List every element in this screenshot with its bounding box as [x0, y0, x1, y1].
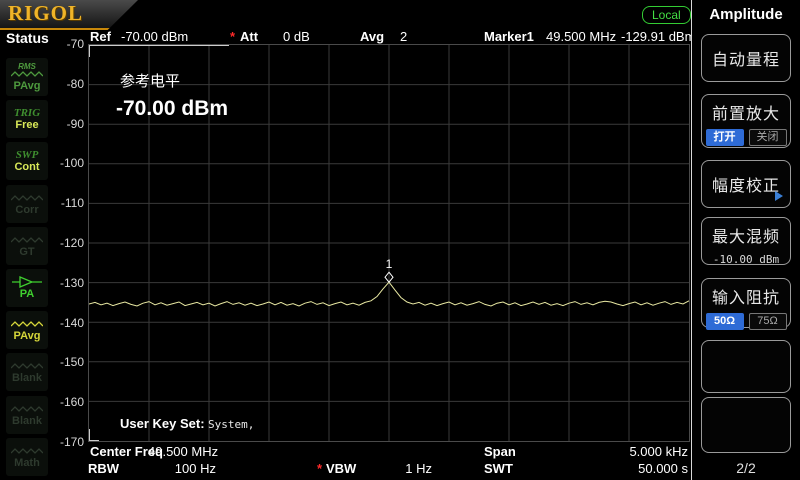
- vbw-label: VBW: [326, 462, 356, 476]
- y-axis-label: -90: [50, 117, 84, 131]
- softkey-label: 幅度校正: [712, 172, 780, 196]
- y-axis-label: -140: [50, 316, 84, 330]
- impedance-75-option[interactable]: 75Ω: [749, 313, 787, 330]
- y-axis-label: -100: [50, 156, 84, 170]
- status-label: PAvg: [14, 330, 41, 342]
- softkey-preamp[interactable]: 前置放大 打开 关闭: [701, 94, 791, 148]
- softkey-empty-2[interactable]: [701, 397, 791, 453]
- swt-value: 50.000 s: [600, 462, 688, 476]
- user-key-value: System,: [208, 418, 254, 431]
- waveform-icon: [11, 445, 43, 457]
- menu-title: Amplitude: [692, 6, 800, 23]
- status-indicator-trigger: TRIGFree: [6, 100, 48, 138]
- preamp-off-option[interactable]: 关闭: [749, 129, 787, 146]
- preamp-toggle: 打开 关闭: [706, 129, 787, 146]
- softkey-label: 前置放大: [712, 100, 780, 124]
- status-top-text: TRIG: [14, 107, 40, 119]
- rbw-value: 100 Hz: [148, 462, 216, 476]
- avg-label: Avg: [360, 30, 384, 44]
- status-panel-title: Status: [6, 30, 49, 46]
- status-label: GT: [19, 246, 34, 258]
- ref-overlay-value: -70.00 dBm: [116, 97, 228, 121]
- y-axis-label: -150: [50, 355, 84, 369]
- status-indicator-gt: GT: [6, 227, 48, 265]
- att-value: 0 dB: [283, 30, 310, 44]
- softkey-auto-range[interactable]: 自动量程: [701, 34, 791, 82]
- waveform-icon: [11, 68, 43, 80]
- softkey-input-impedance[interactable]: 输入阻抗 50Ω 75Ω: [701, 278, 791, 328]
- instrument-screen: RIGOL Local Status RMSPAvg TRIGFree SWPCon…: [0, 0, 800, 480]
- waveform-icon: [11, 403, 43, 415]
- marker-readout-label: Marker1: [484, 30, 534, 44]
- status-label: Cont: [14, 161, 39, 173]
- center-freq-value: 49.500 MHz: [148, 445, 216, 459]
- status-label: Blank: [12, 415, 42, 427]
- status-indicator-pavg-trace: PAvg: [6, 311, 48, 349]
- status-label: Blank: [12, 372, 42, 384]
- marker-readout-level: -129.91 dBm: [621, 30, 695, 44]
- brand-logo: RIGOL: [0, 0, 138, 30]
- rbw-label: RBW: [88, 462, 119, 476]
- softkey-empty-1[interactable]: [701, 340, 791, 393]
- softkey-label: 最大混频: [712, 223, 780, 247]
- status-label: Corr: [15, 204, 38, 216]
- softkey-menu: Amplitude 自动量程 前置放大 打开 关闭 幅度校正 最大混频 -10.…: [691, 0, 800, 480]
- att-label: Att: [240, 30, 258, 44]
- impedance-toggle: 50Ω 75Ω: [706, 313, 787, 330]
- marker-diamond-icon[interactable]: [385, 272, 393, 282]
- submenu-arrow-icon: [775, 191, 783, 201]
- marker-number-label: 1: [386, 257, 393, 271]
- status-indicator-math: Math: [6, 438, 48, 476]
- impedance-50-option[interactable]: 50Ω: [706, 313, 744, 330]
- amplifier-icon: [11, 276, 43, 288]
- status-indicator-detector: RMSPAvg: [6, 58, 48, 96]
- status-indicator-blank-1: Blank: [6, 353, 48, 391]
- y-axis-label: -70: [50, 37, 84, 51]
- vbw-value: 1 Hz: [370, 462, 432, 476]
- status-indicator-blank-2: Blank: [6, 396, 48, 434]
- y-axis-label: -110: [50, 196, 84, 210]
- status-indicator-pa: PA: [6, 269, 48, 307]
- softkey-max-mixer-level[interactable]: 最大混频 -10.00 dBm: [701, 217, 791, 265]
- swt-label: SWT: [484, 462, 513, 476]
- trace-line: [89, 282, 689, 306]
- y-axis-label: -160: [50, 395, 84, 409]
- status-label: Math: [14, 457, 40, 469]
- user-key-label: User Key Set:: [120, 416, 205, 431]
- local-status-badge: Local: [642, 6, 691, 24]
- softkey-label: 自动量程: [712, 46, 780, 70]
- menu-page-indicator: 2/2: [692, 460, 800, 476]
- waveform-icon: [11, 234, 43, 246]
- y-axis-label: -80: [50, 77, 84, 91]
- status-indicator-corr: Corr: [6, 185, 48, 223]
- max-mixer-value: -10.00 dBm: [713, 253, 779, 266]
- span-label: Span: [484, 445, 516, 459]
- status-label: Free: [15, 119, 38, 131]
- waveform-icon: [11, 192, 43, 204]
- ref-level-label: Ref: [90, 30, 111, 44]
- brand-logo-text: RIGOL: [8, 1, 83, 26]
- status-indicator-sweep: SWPCont: [6, 142, 48, 180]
- preamp-on-option[interactable]: 打开: [706, 129, 744, 146]
- softkey-label: 输入阻抗: [712, 284, 780, 308]
- waveform-icon: [11, 360, 43, 372]
- span-value: 5.000 kHz: [600, 445, 688, 459]
- y-axis-label: -170: [50, 435, 84, 449]
- softkey-amplitude-correction[interactable]: 幅度校正: [701, 160, 791, 208]
- status-top-text: SWP: [16, 149, 39, 161]
- marker-readout-freq: 49.500 MHz: [546, 30, 616, 44]
- y-axis-label: -120: [50, 236, 84, 250]
- status-label: PA: [20, 288, 34, 300]
- att-changed-flag: *: [230, 30, 235, 44]
- waveform-icon: [11, 318, 43, 330]
- y-axis-label: -130: [50, 276, 84, 290]
- status-label: PAvg: [14, 80, 41, 92]
- ref-level-value: -70.00 dBm: [121, 30, 188, 44]
- ref-overlay-label: 参考电平: [120, 70, 180, 91]
- vbw-changed-flag: *: [317, 462, 322, 476]
- avg-value: 2: [400, 30, 407, 44]
